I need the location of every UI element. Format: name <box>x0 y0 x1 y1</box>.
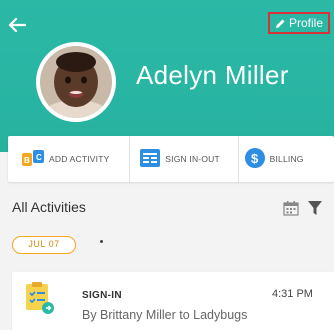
activity-description: By Brittany Miller to Ladybugs <box>82 308 248 322</box>
svg-text:$: $ <box>251 151 259 166</box>
quick-actions-bar: B C ADD ACTIVITY SIGN IN-OUT $ BILLING <box>8 136 334 182</box>
billing-dollar-icon: $ <box>244 148 265 170</box>
back-arrow-icon[interactable] <box>6 14 28 36</box>
add-activity-label: ADD ACTIVITY <box>49 154 110 164</box>
add-activity-button[interactable]: B C ADD ACTIVITY <box>8 136 129 182</box>
calendar-icon[interactable] <box>283 200 299 221</box>
profile-header: Profile Adelyn Miller <box>0 0 334 152</box>
activity-card[interactable]: SIGN-IN 4:31 PM By Brittany Miller to La… <box>12 272 334 330</box>
filter-icon[interactable] <box>308 200 322 221</box>
section-title: All Activities <box>12 199 86 215</box>
sign-in-clipboard-icon <box>24 282 54 319</box>
sign-in-out-icon <box>140 149 161 169</box>
profile-label: Profile <box>288 16 323 30</box>
sign-in-out-button[interactable]: SIGN IN-OUT <box>130 136 237 182</box>
add-activity-icon: B C <box>22 150 44 168</box>
activity-type: SIGN-IN <box>82 290 122 301</box>
child-avatar[interactable] <box>36 42 116 122</box>
svg-text:C: C <box>36 153 42 162</box>
sign-in-out-label: SIGN IN-OUT <box>165 154 220 164</box>
child-name: Adelyn Miller <box>136 60 289 90</box>
billing-label: BILLING <box>269 154 304 164</box>
billing-button[interactable]: $ BILLING <box>239 136 334 182</box>
svg-text:B: B <box>24 156 30 165</box>
date-badge: JUL 07 <box>12 236 76 254</box>
activity-time: 4:31 PM <box>272 288 313 300</box>
child-photo <box>40 46 112 118</box>
pencil-icon <box>275 18 286 29</box>
timeline-dot <box>100 240 103 243</box>
edit-profile-button[interactable]: Profile <box>268 12 330 34</box>
